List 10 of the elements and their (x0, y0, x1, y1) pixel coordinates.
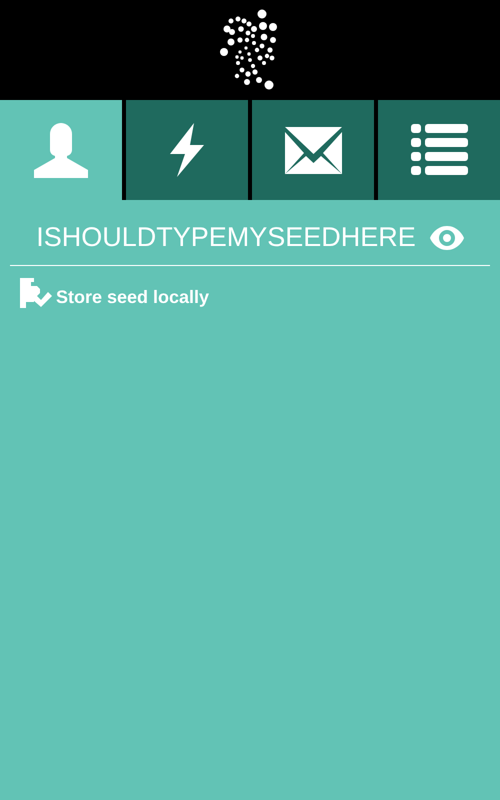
save-check-icon[interactable] (20, 278, 52, 308)
envelope-icon (284, 126, 342, 174)
tab[interactable] (126, 100, 248, 200)
user-icon (32, 122, 90, 178)
seed-text[interactable]: ISHOULDTYPEMYSEEDHERE (36, 222, 416, 253)
tab[interactable] (378, 100, 500, 200)
tab[interactable] (252, 100, 374, 200)
store-seed-label[interactable]: Store seed locally (56, 287, 210, 308)
lightning-icon (168, 123, 206, 177)
list-icon (410, 124, 468, 176)
